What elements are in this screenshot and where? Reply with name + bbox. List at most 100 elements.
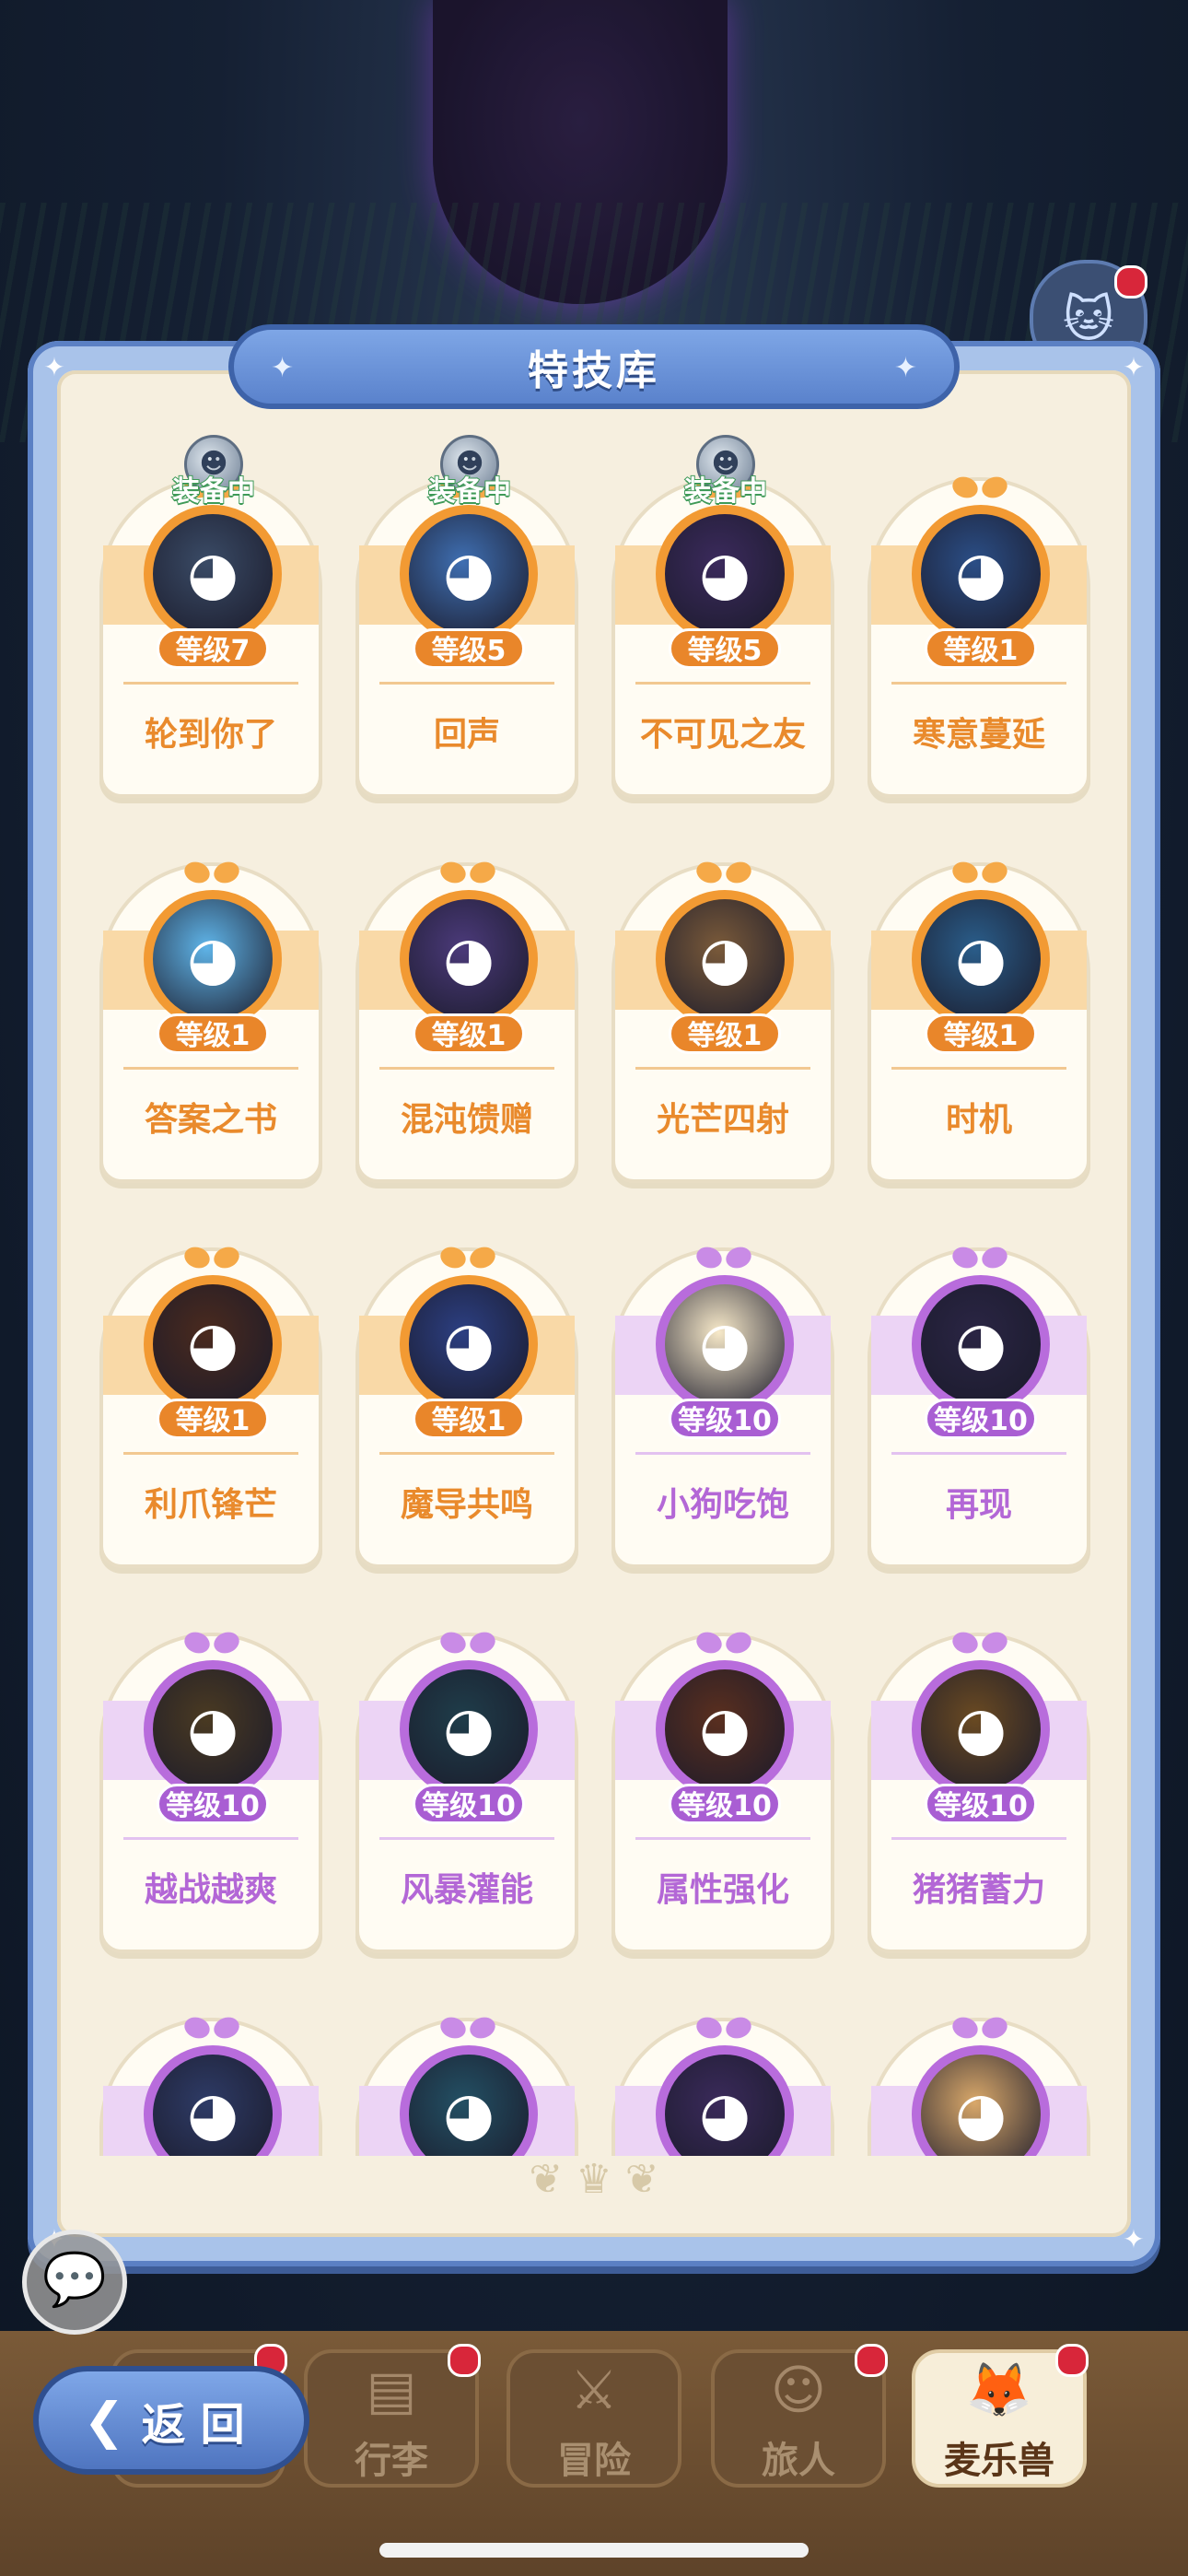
card-divider <box>379 1452 554 1455</box>
bow-icon <box>440 859 495 886</box>
skill-card[interactable]: ◕ 等级10 猪猪蓄力 <box>868 1633 1090 1953</box>
nav-label: 麦乐兽 <box>944 2440 1054 2482</box>
chat-button[interactable]: 💬 <box>22 2230 127 2335</box>
skill-card[interactable]: ◕ 等级1 答案之书 <box>99 862 322 1183</box>
skill-card[interactable]: ◕ 等级7 轮到你了 ☻ 装备中 <box>99 435 322 798</box>
bow-icon <box>440 1244 495 1271</box>
hero-portrait-icon: ◕ <box>144 2045 282 2156</box>
skill-name: 越战越爽 <box>144 1871 277 1909</box>
skill-name: 风暴灌能 <box>400 1871 533 1909</box>
nav-label: 行李 <box>355 2440 428 2482</box>
hero-portrait-icon: ◕ <box>912 1275 1050 1413</box>
skill-name: 答案之书 <box>144 1101 277 1139</box>
skill-name: 魔导共鸣 <box>400 1486 533 1524</box>
card-divider <box>379 1837 554 1840</box>
skill-card[interactable]: ◕ 等级1 混沌馈赠 <box>355 862 578 1183</box>
equipped-label: 装备中 <box>683 474 768 509</box>
level-badge: 等级10 <box>669 1784 781 1824</box>
hero-portrait-icon: ◕ <box>400 1660 538 1798</box>
corner-star-icon: ✦ <box>43 352 65 382</box>
hero-portrait-icon: ◕ <box>912 505 1050 643</box>
skill-card[interactable]: ◕ 等级1 魔导共鸣 <box>355 1247 578 1568</box>
card-divider <box>891 1067 1066 1070</box>
skill-card[interactable]: ◕ 等级10 小狗吃饱 <box>611 1247 834 1568</box>
level-badge: 等级10 <box>413 1784 525 1824</box>
nav-item-backpack[interactable]: ▤ 行李 <box>304 2344 481 2488</box>
skill-name: 回声 <box>433 716 500 754</box>
skill-card[interactable]: ◕ 等级1 寒意蔓延 <box>868 477 1090 798</box>
level-badge: 等级7 <box>157 628 269 669</box>
hero-portrait-icon: ◕ <box>144 1660 282 1798</box>
skill-card[interactable]: ◕ 等级1 利爪锋芒 <box>99 1247 322 1568</box>
hero-portrait-icon: ◕ <box>912 2045 1050 2156</box>
card-divider <box>891 1837 1066 1840</box>
hero-portrait-icon: ◕ <box>912 1660 1050 1798</box>
bow-icon <box>184 859 239 886</box>
back-arrow-icon: ❮ <box>83 2391 125 2450</box>
nav-item-fox[interactable]: 🦊 麦乐兽 <box>912 2344 1089 2488</box>
bow-icon <box>184 2014 239 2042</box>
skill-name: 不可见之友 <box>639 716 806 754</box>
level-badge: 等级10 <box>925 1784 1037 1824</box>
skill-name: 轮到你了 <box>144 716 277 754</box>
skill-card[interactable]: ◕ <box>99 2018 322 2156</box>
home-indicator[interactable] <box>379 2543 809 2558</box>
skill-card[interactable]: ◕ <box>355 2018 578 2156</box>
hero-portrait-icon: ◕ <box>400 2045 538 2156</box>
swords-icon: ⚔ <box>570 2359 618 2421</box>
skill-card[interactable]: ◕ 等级1 时机 <box>868 862 1090 1183</box>
notification-dot <box>1055 2344 1089 2377</box>
bow-icon <box>184 1629 239 1657</box>
corner-star-icon: ✦ <box>1123 2224 1145 2254</box>
diamond-icon: ✦ <box>893 352 917 384</box>
hero-portrait-icon: ◕ <box>144 505 282 643</box>
level-badge: 等级10 <box>925 1399 1037 1439</box>
card-divider <box>379 1067 554 1070</box>
skill-card[interactable]: ◕ 等级10 越战越爽 <box>99 1633 322 1953</box>
hero-portrait-icon: ◕ <box>912 890 1050 1028</box>
bow-icon <box>696 1244 751 1271</box>
skill-name: 猪猪蓄力 <box>912 1871 1045 1909</box>
bow-icon <box>696 1629 751 1657</box>
skill-card[interactable]: ◕ 等级10 属性强化 <box>611 1633 834 1953</box>
skill-card[interactable]: ◕ <box>611 2018 834 2156</box>
skill-card[interactable]: ◕ 等级5 回声 ☻ 装备中 <box>355 435 578 798</box>
skill-card[interactable]: ◕ 等级1 光芒四射 <box>611 862 834 1183</box>
equipped-marker: ☻ 装备中 <box>661 435 790 509</box>
hero-portrait-icon: ◕ <box>656 890 794 1028</box>
notification-dot <box>855 2344 888 2377</box>
card-divider <box>891 682 1066 685</box>
bow-icon <box>696 2014 751 2042</box>
skill-card[interactable]: ◕ 等级10 风暴灌能 <box>355 1633 578 1953</box>
bow-icon <box>696 859 751 886</box>
nav-item-swords[interactable]: ⚔ 冒险 <box>507 2349 681 2488</box>
skill-card[interactable]: ◕ <box>868 2018 1090 2156</box>
skill-name: 再现 <box>945 1486 1012 1524</box>
card-divider <box>123 1452 298 1455</box>
card-divider <box>891 1452 1066 1455</box>
nav-label: 冒险 <box>557 2440 631 2482</box>
bow-icon <box>952 474 1007 501</box>
bow-icon <box>440 1629 495 1657</box>
skill-card-grid: ◕ 等级7 轮到你了 ☻ 装备中 ◕ 等级5 回声 ☻ 装备中 ◕ 等级5 不可… <box>64 433 1124 2156</box>
card-divider <box>379 682 554 685</box>
hero-portrait-icon: ◕ <box>144 1275 282 1413</box>
card-divider <box>635 1067 810 1070</box>
skill-card[interactable]: ◕ 等级5 不可见之友 ☻ 装备中 <box>611 435 834 798</box>
card-divider <box>123 1067 298 1070</box>
skill-name: 小狗吃饱 <box>656 1486 789 1524</box>
bow-icon <box>952 859 1007 886</box>
card-divider <box>635 1452 810 1455</box>
hero-portrait-icon: ◕ <box>144 890 282 1028</box>
level-badge: 等级1 <box>669 1013 781 1054</box>
bow-icon <box>952 2014 1007 2042</box>
card-divider <box>123 1837 298 1840</box>
chat-bubble-icon: 💬 <box>42 2250 107 2310</box>
skill-name: 时机 <box>945 1101 1012 1139</box>
skill-card[interactable]: ◕ 等级10 再现 <box>868 1247 1090 1568</box>
back-button[interactable]: ❮ 返回 <box>33 2366 309 2475</box>
nav-item-traveler[interactable]: ☺ 旅人 <box>711 2344 888 2488</box>
card-divider <box>635 682 810 685</box>
level-badge: 等级1 <box>157 1013 269 1054</box>
level-badge: 等级5 <box>413 628 525 669</box>
